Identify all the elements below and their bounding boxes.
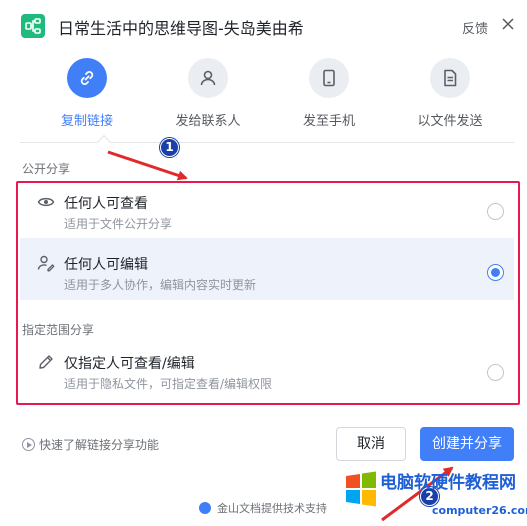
option-description: 适用于多人协作，编辑内容实时更新	[64, 278, 257, 292]
eye-icon	[37, 197, 55, 207]
kdocs-logo-icon	[199, 502, 211, 514]
tabs-divider	[20, 142, 514, 143]
windows-logo-icon	[346, 471, 376, 507]
file-icon	[430, 58, 470, 98]
link-icon	[67, 58, 107, 98]
play-circle-icon	[22, 438, 35, 451]
public-share-label: 公开分享	[22, 162, 71, 176]
edit-person-icon	[37, 255, 55, 272]
tab-send-contact[interactable]: 发给联系人	[153, 58, 263, 130]
restricted-share-label: 指定范围分享	[22, 323, 95, 337]
pencil-icon	[39, 355, 53, 369]
step-badge-1: 1	[160, 138, 179, 157]
tab-copy-link-label: 复制链接	[60, 114, 113, 129]
create-share-button[interactable]: 创建并分享	[420, 427, 514, 461]
tab-send-contact-label: 发给联系人	[175, 114, 241, 129]
option-description: 适用于隐私文件，可指定查看/编辑权限	[64, 377, 273, 391]
powered-by: 金山文档提供技术支持	[199, 500, 327, 516]
radio-anyone-view[interactable]	[487, 203, 504, 220]
help-link-label: 快速了解链接分享功能	[39, 438, 160, 452]
tab-send-phone[interactable]: 发至手机	[274, 58, 384, 130]
radio-anyone-edit[interactable]	[487, 264, 504, 281]
tab-send-file[interactable]: 以文件发送	[395, 58, 505, 130]
tab-send-phone-label: 发至手机	[302, 114, 355, 129]
cancel-button[interactable]: 取消	[336, 427, 406, 461]
tab-copy-link[interactable]: 复制链接	[32, 58, 142, 130]
mindmap-app-icon	[21, 14, 45, 38]
arrow-1	[107, 150, 188, 181]
window-title: 日常生活中的思维导图-失岛美由希	[58, 19, 304, 38]
person-icon	[188, 58, 228, 98]
powered-by-text: 金山文档提供技术支持	[217, 502, 327, 515]
option-description: 适用于文件公开分享	[64, 217, 173, 231]
help-link[interactable]: 快速了解链接分享功能	[22, 436, 159, 453]
phone-icon	[309, 58, 349, 98]
watermark: 电脑软硬件教程网 computer26.com	[344, 466, 527, 526]
title-bar: 日常生活中的思维导图-失岛美由希 反馈	[0, 0, 527, 52]
option-title: 仅指定人可查看/编辑	[64, 356, 195, 372]
watermark-url: computer26.com	[432, 504, 527, 517]
feedback-link[interactable]: 反馈	[462, 18, 488, 37]
option-anyone-edit[interactable]: 任何人可编辑 适用于多人协作，编辑内容实时更新	[20, 238, 514, 300]
option-title: 任何人可查看	[64, 196, 148, 212]
option-specified-people[interactable]: 仅指定人可查看/编辑 适用于隐私文件，可指定查看/编辑权限	[20, 345, 514, 399]
active-tab-caret	[96, 134, 112, 150]
close-icon[interactable]	[501, 17, 515, 31]
option-anyone-view[interactable]: 任何人可查看 适用于文件公开分享	[20, 185, 514, 235]
option-title: 任何人可编辑	[64, 257, 148, 273]
radio-specified-people[interactable]	[487, 364, 504, 381]
watermark-text: 电脑软硬件教程网	[380, 473, 516, 493]
tab-send-file-label: 以文件发送	[417, 114, 483, 129]
